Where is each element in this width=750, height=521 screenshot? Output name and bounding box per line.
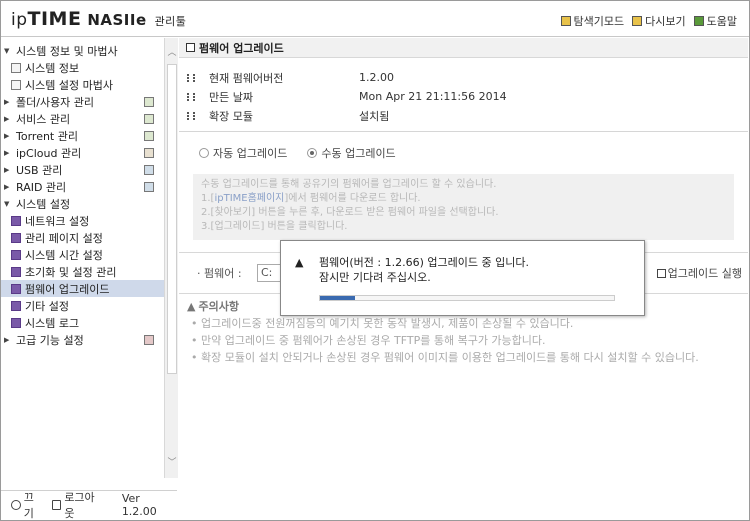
- settings-icon: [11, 215, 21, 226]
- notice-item: • 확장 모듈이 설치 안되거나 손상된 경우 펌웨어 이미지를 이용한 업그레…: [191, 351, 699, 364]
- logout-button[interactable]: 로그아웃: [51, 489, 104, 521]
- upgrade-icon: [656, 268, 666, 278]
- usb-icon: [144, 164, 154, 175]
- warning-icon: ▲: [295, 256, 304, 269]
- sidebar-item-system-time[interactable]: 시스템 시간 설정: [1, 246, 164, 263]
- radio-checked-icon: [307, 148, 318, 158]
- advanced-icon: [144, 334, 154, 345]
- info-row: 만든 날짜 Mon Apr 21 21:11:56 2014: [179, 87, 748, 106]
- manual-upgrade-description: 수동 업그레이드를 통해 공유기의 펌웨어를 업그레이드 할 수 있습니다. 1…: [193, 174, 734, 240]
- refresh-icon: [632, 16, 643, 26]
- bullet-icon: [187, 92, 195, 101]
- logout-icon: [51, 499, 62, 510]
- caret-right-icon: ▶: [4, 148, 10, 157]
- brand-logo: ipTIME NASIIe 관리툴: [11, 8, 187, 30]
- settings-icon: [11, 283, 21, 294]
- settings-icon: [11, 300, 21, 311]
- header: ipTIME NASIIe 관리툴 탐색기모드 다시보기 도움말: [1, 1, 749, 37]
- progress-bar-fill: [320, 296, 356, 300]
- explorer-icon: [560, 16, 571, 26]
- firmware-icon: [186, 43, 195, 52]
- settings-icon: [11, 249, 21, 260]
- sidebar-item-system-log[interactable]: 시스템 로그: [1, 314, 164, 331]
- power-icon: [11, 499, 21, 510]
- info-row: 확장 모듈 설치됨: [179, 106, 748, 125]
- progress-message: 펌웨어(버전 : 1.2.66) 업그레이드 중 입니다. 잠시만 기다려 주십…: [319, 256, 529, 284]
- sidebar-scrollbar[interactable]: ︿ ﹀: [164, 38, 178, 478]
- sidebar-item-misc[interactable]: 기타 설정: [1, 297, 164, 314]
- sidebar-group-system-settings[interactable]: ▼ 시스템 설정: [1, 195, 164, 212]
- sidebar-item-system-info[interactable]: 시스템 정보: [1, 59, 164, 76]
- sidebar-group-folder-user[interactable]: ▶ 폴더/사용자 관리: [1, 93, 164, 110]
- help-link[interactable]: 도움말: [693, 13, 737, 29]
- sidebar-group-raid[interactable]: ▶ RAID 관리: [1, 178, 164, 195]
- upgrade-progress-dialog: ▲ 펌웨어(버전 : 1.2.66) 업그레이드 중 입니다. 잠시만 기다려 …: [280, 240, 645, 316]
- upgrade-run-button[interactable]: 업그레이드 실행: [656, 265, 742, 281]
- sidebar: ▼ 시스템 정보 및 마법사 시스템 정보 시스템 설정 마법사 ▶ 폴더/사용자 …: [1, 38, 164, 478]
- caret-down-icon: ▼: [4, 199, 10, 208]
- progress-bar: [319, 295, 615, 301]
- notice-item: • 만약 업그레이드 중 펌웨어가 손상된 경우 TFTP를 통해 복구가 가능…: [191, 334, 546, 347]
- bullet-icon: [187, 111, 195, 120]
- upgrade-mode-group: 자동 업그레이드 수동 업그레이드: [199, 145, 748, 161]
- sidebar-group-advanced[interactable]: ▶ 고급 기능 설정: [1, 331, 164, 348]
- header-links: 탐색기모드 다시보기 도움말: [560, 13, 737, 29]
- caret-right-icon: ▶: [4, 97, 10, 106]
- caret-right-icon: ▶: [4, 335, 10, 344]
- sidebar-item-network[interactable]: 네트워크 설정: [1, 212, 164, 229]
- auto-upgrade-radio[interactable]: 자동 업그레이드: [199, 145, 287, 161]
- firmware-info: 현재 펌웨어버전 1.2.00 만든 날짜 Mon Apr 21 21:11:5…: [179, 68, 748, 125]
- info-row: 현재 펌웨어버전 1.2.00: [179, 68, 748, 87]
- caret-right-icon: ▶: [4, 131, 10, 140]
- caret-right-icon: ▶: [4, 165, 10, 174]
- torrent-icon: [144, 130, 154, 141]
- sidebar-footer: 끄기 로그아웃 Ver 1.2.00: [1, 489, 177, 521]
- chart-icon: [11, 62, 21, 73]
- folder-icon: [144, 96, 154, 107]
- sidebar-group-torrent[interactable]: ▶ Torrent 관리: [1, 127, 164, 144]
- settings-icon: [11, 232, 21, 243]
- bullet-icon: [187, 73, 195, 82]
- refresh-link[interactable]: 다시보기: [632, 13, 686, 29]
- divider: [179, 131, 748, 132]
- chart-icon: [11, 79, 21, 90]
- settings-icon: [11, 317, 21, 328]
- notice-item: • 업그레이드중 전원꺼짐등의 예기치 못한 동작 발생시, 제품이 손상될 수…: [191, 317, 574, 330]
- explorer-mode-link[interactable]: 탐색기모드: [560, 13, 624, 29]
- manual-upgrade-radio[interactable]: 수동 업그레이드: [307, 145, 396, 161]
- scroll-up-icon[interactable]: ︿: [167, 48, 177, 58]
- radio-icon: [199, 148, 209, 158]
- sidebar-item-setup-wizard[interactable]: 시스템 설정 마법사: [1, 76, 164, 93]
- help-icon: [693, 16, 704, 26]
- caret-down-icon: ▼: [4, 46, 10, 55]
- power-off-button[interactable]: 끄기: [11, 489, 44, 521]
- warning-icon: ▲: [187, 300, 196, 313]
- sidebar-group-ipcloud[interactable]: ▶ ipCloud 관리: [1, 144, 164, 161]
- sidebar-item-admin-page[interactable]: 관리 페이지 설정: [1, 229, 164, 246]
- firmware-label: · 펌웨어 :: [197, 267, 242, 280]
- page-title-bar: 펌웨어 업그레이드: [179, 38, 748, 58]
- sidebar-group-usb[interactable]: ▶ USB 관리: [1, 161, 164, 178]
- scroll-down-icon[interactable]: ﹀: [167, 458, 177, 468]
- sidebar-group-service[interactable]: ▶ 서비스 관리: [1, 110, 164, 127]
- raid-icon: [144, 181, 154, 192]
- caret-right-icon: ▶: [4, 114, 10, 123]
- settings-icon: [11, 266, 21, 277]
- scrollbar-thumb[interactable]: [167, 64, 177, 374]
- page-title: 펌웨어 업그레이드: [199, 41, 284, 55]
- iptime-homepage-link[interactable]: ipTIME홈페이지: [214, 193, 284, 204]
- sidebar-group-system-info[interactable]: ▼ 시스템 정보 및 마법사: [1, 42, 164, 59]
- sidebar-item-reset-config[interactable]: 초기화 및 설정 관리: [1, 263, 164, 280]
- sidebar-item-firmware-upgrade[interactable]: 펌웨어 업그레이드: [1, 280, 164, 297]
- service-icon: [144, 113, 154, 124]
- caret-right-icon: ▶: [4, 182, 10, 191]
- cloud-icon: [144, 147, 154, 158]
- version-label: Ver 1.2.00: [121, 491, 157, 518]
